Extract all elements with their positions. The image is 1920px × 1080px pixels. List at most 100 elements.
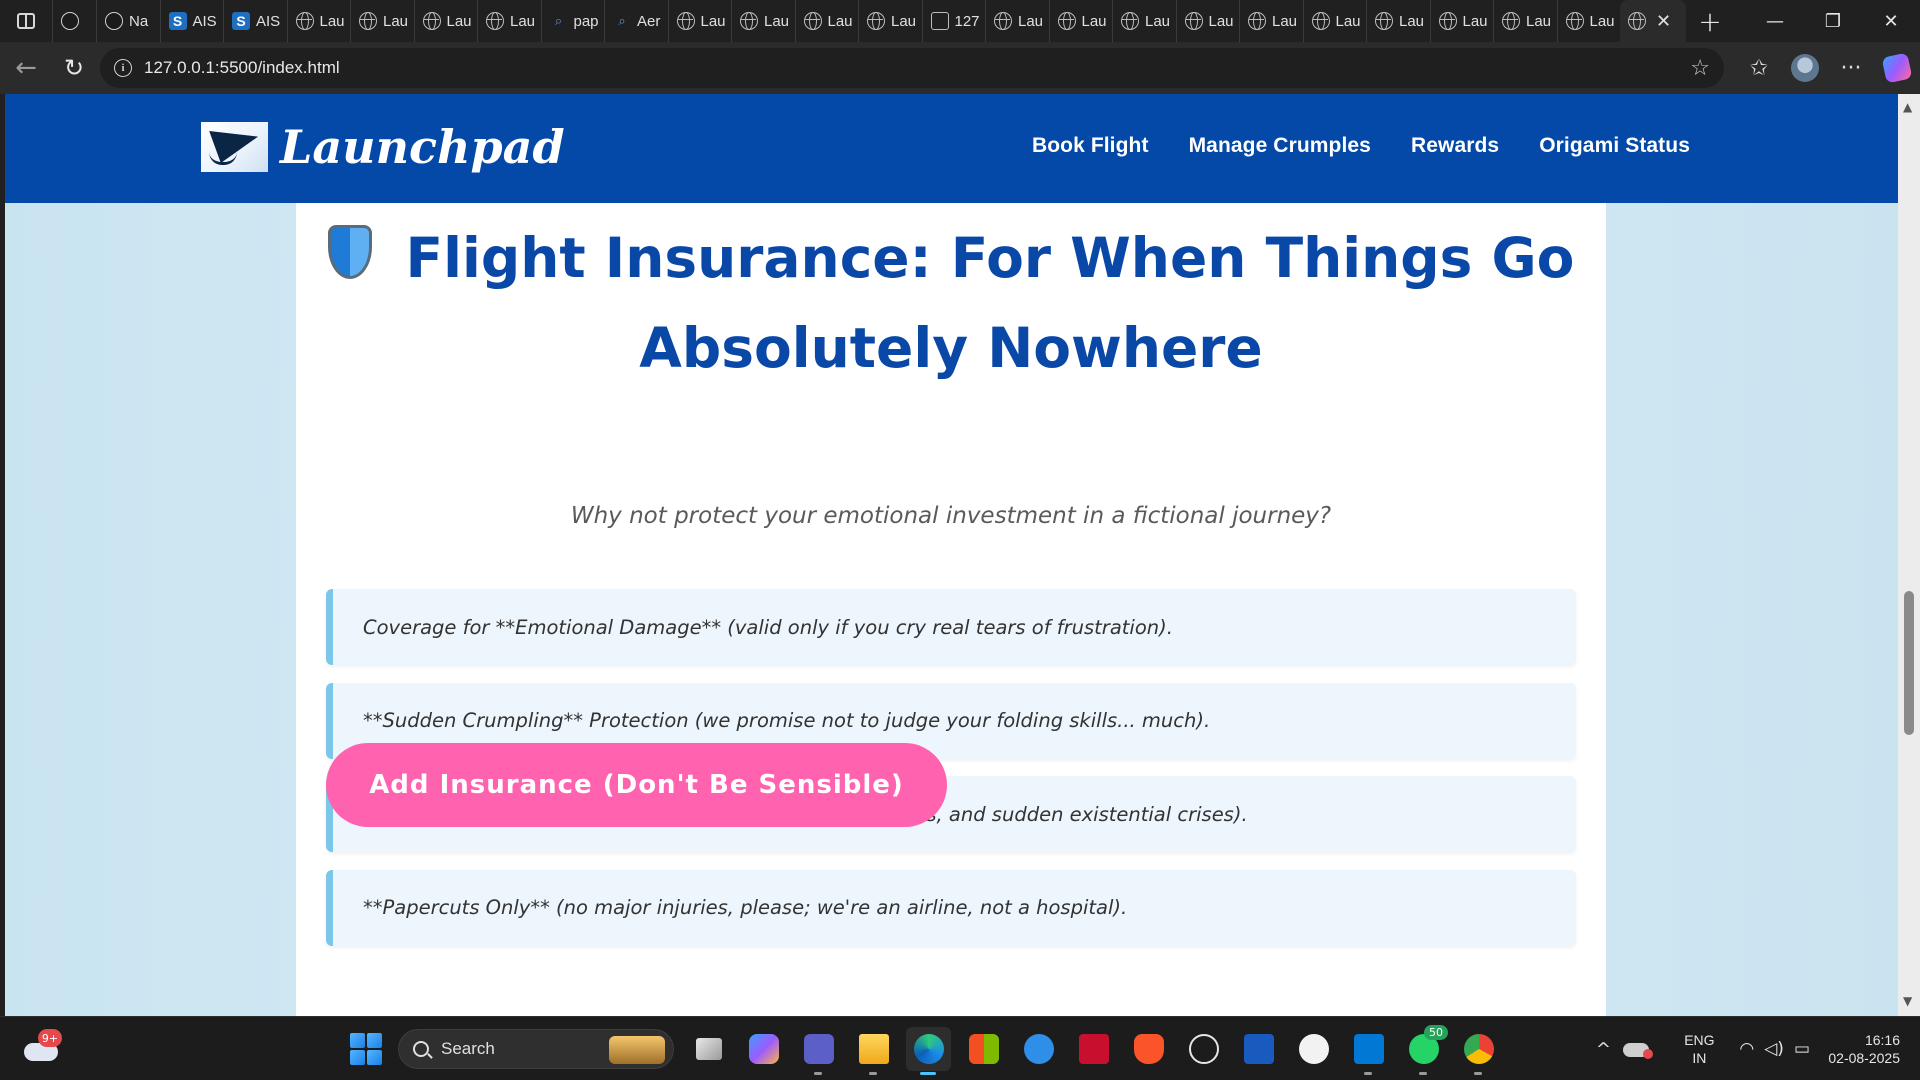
back-button[interactable]: ← [4, 48, 48, 88]
nav-book-flight[interactable]: Book Flight [1032, 134, 1149, 158]
onedrive-icon[interactable] [1623, 1039, 1655, 1059]
tab[interactable]: S AIS [223, 0, 287, 42]
tab-active[interactable]: ✕ [1620, 0, 1686, 42]
tab[interactable]: Lau [1175, 0, 1240, 42]
tab[interactable]: Lau [1302, 0, 1367, 42]
whatsapp-app[interactable]: 50 [1401, 1025, 1448, 1075]
tab[interactable]: Lau [1429, 0, 1494, 42]
tab[interactable]: Lau [731, 0, 795, 42]
word-app[interactable] [1236, 1027, 1281, 1071]
scroll-down-icon[interactable]: ▼ [1903, 994, 1912, 1008]
shield-icon [327, 225, 372, 279]
add-insurance-button[interactable]: Add Insurance (Don't Be Sensible) [326, 743, 947, 827]
avatar [1791, 54, 1819, 82]
close-tab-icon[interactable]: ✕ [1656, 11, 1671, 32]
mcafee-app[interactable] [1071, 1027, 1116, 1071]
a-app[interactable] [1291, 1027, 1336, 1071]
tab[interactable]: Na [96, 0, 160, 42]
tab[interactable]: Lau [667, 0, 732, 42]
tab[interactable]: Lau [794, 0, 859, 42]
tab-label: Lau [510, 12, 536, 30]
globe-icon [740, 12, 758, 30]
mcafee-icon [1078, 1034, 1109, 1064]
tab-label: Lau [1399, 12, 1425, 30]
favorites-icon[interactable]: ✩ [1736, 48, 1782, 88]
page-subtitle: Why not protect your emotional investmen… [570, 503, 1332, 529]
profile-button[interactable] [1782, 48, 1828, 88]
weather-widget[interactable]: 9+ [22, 1029, 62, 1069]
page-scrollbar[interactable]: ▲ ▼ [1898, 94, 1920, 1016]
scrollbar-thumb[interactable] [1904, 591, 1914, 735]
tab[interactable]: Lau [1048, 0, 1113, 42]
tab[interactable] [52, 0, 96, 42]
nav-manage-crumples[interactable]: Manage Crumples [1189, 134, 1371, 158]
task-view-button[interactable] [686, 1027, 731, 1071]
tab[interactable]: ⌕ pap [540, 0, 605, 42]
globe-icon [803, 12, 822, 30]
tab[interactable]: S AIS [159, 0, 224, 42]
tab[interactable]: Lau [1556, 0, 1621, 42]
language-indicator[interactable]: ENG IN [1669, 1031, 1729, 1067]
windows-logo-icon [350, 1050, 365, 1065]
chrome-app[interactable] [1456, 1027, 1501, 1075]
refresh-button[interactable]: ↻ [52, 48, 96, 88]
tab[interactable]: Lau [1112, 0, 1176, 42]
copilot-button[interactable] [1874, 48, 1920, 88]
tab[interactable]: 127 [921, 0, 986, 42]
nav-rewards[interactable]: Rewards [1411, 134, 1499, 158]
tab[interactable]: Lau [1366, 0, 1430, 42]
main-nav: Book Flight Manage Crumples Rewards Orig… [1032, 134, 1690, 158]
edge-app[interactable] [906, 1027, 951, 1075]
tab[interactable]: Lau [413, 0, 478, 42]
tab-label: AIS [256, 12, 281, 30]
close-window-button[interactable]: ✕ [1862, 0, 1920, 42]
feature-item: **Papercuts Only** (no major injuries, p… [326, 869, 1576, 946]
brave-app[interactable] [1126, 1027, 1171, 1071]
tab-label: Lau [1081, 12, 1107, 30]
hp-app[interactable] [1181, 1027, 1226, 1071]
quick-settings[interactable]: ◠ ◁) ▭ [1739, 1039, 1810, 1059]
taskbar-search[interactable]: Search [398, 1029, 674, 1069]
tab-label: Lau [1335, 12, 1361, 30]
tab[interactable]: Lau [985, 0, 1049, 42]
tab[interactable]: Lau [858, 0, 922, 42]
store-icon [968, 1034, 999, 1064]
globe-icon [676, 12, 695, 30]
edge-icon [913, 1034, 944, 1064]
store-app[interactable] [961, 1027, 1006, 1071]
new-tab-button[interactable]: + [1686, 0, 1734, 42]
vscode-app[interactable] [1346, 1027, 1391, 1075]
browser-toolbar: ← ↻ i 127.0.0.1:5500/index.html ☆ ✩ ··· [0, 42, 1920, 94]
s-icon: S [232, 12, 250, 30]
minimize-button[interactable]: — [1746, 0, 1804, 42]
more-menu-icon[interactable]: ··· [1828, 48, 1874, 88]
running-indicator [1419, 1072, 1427, 1075]
tab[interactable]: Lau [286, 0, 351, 42]
file-explorer-app[interactable] [851, 1027, 896, 1075]
tab[interactable]: Lau [1239, 0, 1303, 42]
vscode-icon [1353, 1034, 1384, 1064]
tab[interactable]: Lau [350, 0, 414, 42]
url-text: 127.0.0.1:5500/index.html [144, 58, 340, 77]
scroll-up-icon[interactable]: ▲ [1903, 100, 1912, 114]
start-button[interactable] [350, 1033, 382, 1065]
favorite-star-icon[interactable]: ☆ [1690, 56, 1710, 81]
weather-badge: 9+ [38, 1029, 62, 1047]
site-info-icon[interactable]: i [114, 59, 132, 77]
nav-origami-status[interactable]: Origami Status [1539, 134, 1690, 158]
address-bar[interactable]: i 127.0.0.1:5500/index.html ☆ [100, 48, 1724, 88]
tab[interactable]: Lau [1493, 0, 1557, 42]
restore-button[interactable]: ❐ [1804, 0, 1862, 42]
tab-actions-button[interactable] [0, 0, 52, 42]
tab-list: Na S AIS S AIS Lau Lau Lau Lau ⌕ pap ⌕ Aer Lau Lau Lau L… [52, 0, 1620, 42]
copilot-app[interactable] [741, 1027, 786, 1071]
tab-label: Lau [827, 12, 853, 30]
show-hidden-icons-button[interactable]: ^ [1583, 1039, 1623, 1060]
tab[interactable]: ⌕ Aer [604, 0, 668, 42]
globe-icon [295, 12, 314, 30]
help-app[interactable] [1016, 1027, 1061, 1071]
teams-app[interactable] [796, 1027, 841, 1075]
site-logo[interactable]: Launchpad [201, 122, 565, 172]
clock[interactable]: 16:16 02-08-2025 [1824, 1031, 1920, 1067]
tab[interactable]: Lau [477, 0, 541, 42]
